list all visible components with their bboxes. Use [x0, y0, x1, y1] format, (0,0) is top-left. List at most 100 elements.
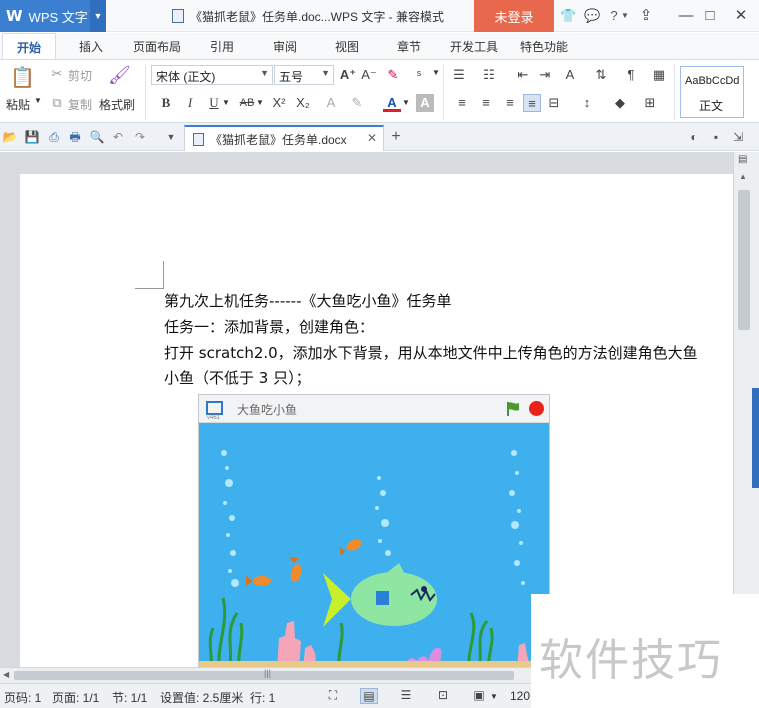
align-right-icon[interactable]: ≡	[501, 94, 519, 112]
align-center-icon[interactable]: ≡	[477, 94, 495, 112]
collapse-ribbon-icon[interactable]: ⇲	[730, 129, 746, 145]
chat-icon[interactable]: 💬	[584, 8, 600, 24]
status-page-code[interactable]: 页码: 1	[4, 689, 41, 706]
outline-view-icon[interactable]: ☰	[397, 688, 415, 704]
chevron-down-icon[interactable]: ▼	[222, 98, 230, 107]
status-page[interactable]: 页面: 1/1	[52, 689, 99, 706]
tab-chapter[interactable]: 章节	[397, 38, 421, 55]
underline-button[interactable]: U	[205, 94, 223, 112]
copy-icon[interactable]: ⧉	[48, 94, 66, 112]
paste-button[interactable]: 粘贴	[6, 96, 30, 113]
doc-line-instruction-cont[interactable]: 小鱼（不低于 3 只）；	[164, 367, 311, 388]
chevron-down-icon[interactable]: ▼	[490, 692, 498, 701]
doc-line-instruction[interactable]: 打开 scratch2.0，添加水下背景，用从本地文件中上传角色的方法创建角色大…	[164, 342, 698, 363]
vertical-scroll-thumb[interactable]	[738, 190, 750, 330]
bold-button[interactable]: B	[157, 94, 175, 112]
sort-icon[interactable]: ⇅	[592, 66, 610, 84]
italic-button[interactable]: I	[181, 94, 199, 112]
tab-review[interactable]: 审阅	[273, 38, 297, 55]
document-tab[interactable]: 《猫抓老鼠》任务单.docx ✕	[184, 125, 384, 151]
reading-view-icon[interactable]: ▣	[470, 688, 488, 704]
chevron-down-icon[interactable]: ▼	[256, 98, 264, 107]
undo-icon[interactable]: ↶	[110, 129, 126, 145]
pin-icon[interactable]: ▪	[708, 129, 724, 145]
login-button[interactable]: 未登录	[474, 0, 554, 32]
font-size-select[interactable]: 五号 ▼	[274, 65, 334, 85]
doc-line-task-1[interactable]: 任务一：添加背景，创建角色：	[164, 316, 374, 337]
grow-font-icon[interactable]: A⁺	[339, 66, 357, 84]
export-pdf-icon[interactable]: ⎙	[46, 129, 62, 145]
window-mode-icon[interactable]: ◐	[686, 129, 702, 145]
subscript-button[interactable]: X₂	[293, 94, 313, 112]
doc-line-title[interactable]: 第九次上机任务------《大鱼吃小鱼》任务单	[164, 290, 451, 311]
skin-icon[interactable]: 👕	[560, 8, 576, 24]
zoom-level[interactable]: 120	[510, 689, 530, 703]
text-effect-icon[interactable]: A	[322, 94, 340, 112]
minimize-button[interactable]: —	[676, 6, 696, 26]
justify-icon[interactable]: ≡	[523, 94, 541, 112]
scissors-icon[interactable]: ✂	[48, 65, 66, 83]
vertical-scrollbar[interactable]: ▤ ▲	[733, 152, 759, 667]
tab-special-features[interactable]: 特色功能	[520, 38, 568, 55]
app-menu-button[interactable]: W WPS 文字 ▼	[0, 0, 106, 32]
tab-references[interactable]: 引用	[210, 38, 234, 55]
tab-page-layout[interactable]: 页面布局	[133, 38, 181, 55]
format-painter-button[interactable]: 格式刷	[99, 96, 135, 113]
superscript-button[interactable]: X²	[269, 94, 289, 112]
tab-home[interactable]: 开始	[2, 33, 57, 60]
bullet-list-icon[interactable]: ☰	[450, 66, 468, 84]
paste-dropdown-icon[interactable]: ▼	[34, 96, 42, 105]
customize-dropdown-icon[interactable]: ▼	[163, 129, 179, 145]
copy-button[interactable]: 复制	[68, 96, 92, 113]
restore-layout-icon[interactable]: ⇪	[636, 6, 656, 26]
print-icon[interactable]: 🖶	[67, 129, 83, 145]
clear-format-icon[interactable]: ✎	[384, 66, 402, 84]
full-screen-icon[interactable]: ⛶	[324, 688, 342, 704]
document-workspace[interactable]: 第九次上机任务------《大鱼吃小鱼》任务单 任务一：添加背景，创建角色： 打…	[0, 152, 733, 667]
redo-icon[interactable]: ↷	[132, 129, 148, 145]
font-color-icon[interactable]: A	[383, 94, 401, 112]
paste-icon[interactable]: 📋	[10, 66, 35, 90]
scroll-up-icon[interactable]: ▲	[739, 172, 747, 181]
numbered-list-icon[interactable]: ☷	[480, 66, 498, 84]
font-name-select[interactable]: 宋体 (正文) ▼	[151, 65, 273, 85]
scroll-left-icon[interactable]: ◀	[3, 670, 9, 679]
chinese-layout-icon[interactable]: A	[561, 66, 579, 84]
chevron-down-icon[interactable]: ▼	[402, 98, 410, 107]
save-icon[interactable]: 💾	[24, 129, 40, 145]
side-panel-toggle[interactable]	[752, 388, 759, 488]
help-dropdown-icon[interactable]: ▼	[617, 8, 633, 24]
new-tab-icon[interactable]: +	[388, 129, 404, 145]
tab-view[interactable]: 视图	[335, 38, 359, 55]
show-marks-icon[interactable]: ¶	[622, 66, 640, 84]
decrease-indent-icon[interactable]: ⇤	[514, 66, 532, 84]
cut-button[interactable]: 剪切	[68, 67, 92, 84]
chevron-down-icon[interactable]: ▼	[432, 68, 440, 77]
increase-indent-icon[interactable]: ⇥	[536, 66, 554, 84]
distributed-icon[interactable]: ⊟	[545, 94, 563, 112]
format-painter-icon[interactable]: 🖌	[108, 66, 131, 88]
paragraph-shading-icon[interactable]: ◆	[611, 94, 629, 112]
style-normal[interactable]: AaBbCcDd 正文	[680, 66, 744, 118]
page-view-icon[interactable]: ▤	[360, 688, 378, 704]
close-tab-icon[interactable]: ✕	[367, 131, 377, 145]
shrink-font-icon[interactable]: A⁻	[360, 66, 378, 84]
align-left-icon[interactable]: ≡	[453, 94, 471, 112]
scratch-stage-image[interactable]: v461 大鱼吃小鱼	[198, 394, 550, 667]
maximize-button[interactable]: □	[700, 6, 720, 26]
tab-developer[interactable]: 开发工具	[450, 38, 498, 55]
phonetic-guide-icon[interactable]: ˢ	[410, 66, 428, 84]
border-icon[interactable]: ⊞	[641, 94, 659, 112]
chevron-down-icon[interactable]: ▼	[90, 0, 106, 32]
highlight-icon[interactable]: ✎	[348, 94, 366, 112]
tab-insert[interactable]: 插入	[79, 38, 103, 55]
print-preview-icon[interactable]: 🔍	[89, 129, 105, 145]
ruler-toggle-icon[interactable]: ▤	[738, 154, 747, 165]
web-view-icon[interactable]: ⊡	[434, 688, 452, 704]
strikethrough-button[interactable]: AB	[236, 94, 258, 112]
table-icon[interactable]: ▦	[650, 66, 668, 84]
close-button[interactable]: ✕	[731, 6, 751, 26]
char-shading-icon[interactable]: A	[416, 94, 434, 112]
line-spacing-icon[interactable]: ↕	[578, 94, 596, 112]
open-folder-icon[interactable]: 📂	[2, 129, 18, 145]
